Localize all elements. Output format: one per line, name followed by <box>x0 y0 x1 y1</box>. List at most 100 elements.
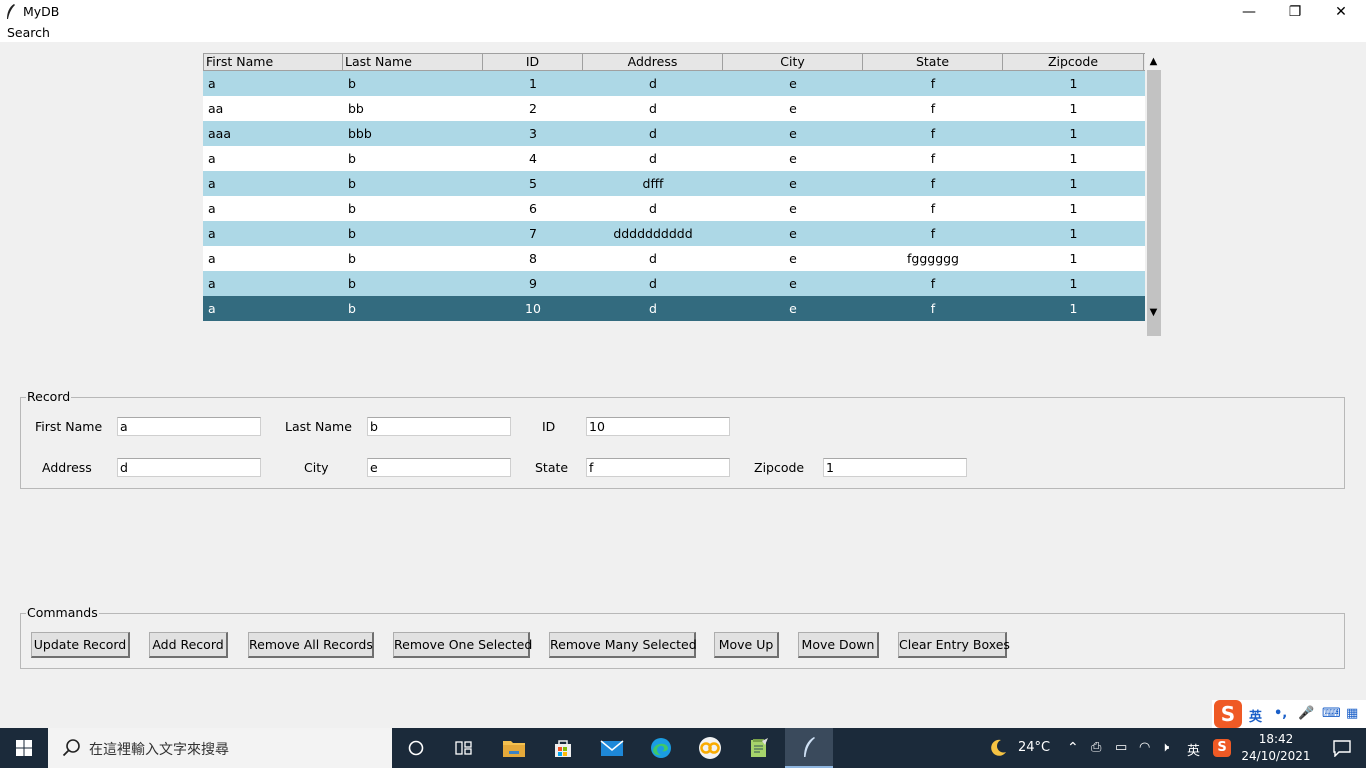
zipcode-input[interactable] <box>823 458 967 477</box>
cell-zipcode: 1 <box>1069 101 1078 116</box>
first-name-input[interactable] <box>117 417 261 436</box>
cell-address: dfff <box>642 176 664 191</box>
cell-last-name: b <box>348 226 356 241</box>
table-row[interactable]: a b 9 d e f 1 <box>203 271 1145 296</box>
weather-moon-icon[interactable] <box>974 728 1022 768</box>
input-language-indicator[interactable]: 英 <box>1187 740 1200 759</box>
cell-city: e <box>789 101 797 116</box>
volume-muted-icon[interactable]: 🕨 <box>1161 740 1169 755</box>
taskbar-search-box[interactable]: 在這裡輸入文字來搜尋 <box>48 728 392 768</box>
table-row[interactable]: aaa bbb 3 d e f 1 <box>203 121 1145 146</box>
cell-first-name: a <box>208 151 216 166</box>
cell-zipcode: 1 <box>1069 251 1078 266</box>
cell-first-name: a <box>208 201 216 216</box>
cell-id: 5 <box>529 176 537 191</box>
table-row[interactable]: a b 6 d e f 1 <box>203 196 1145 221</box>
city-input[interactable] <box>367 458 511 477</box>
edge-browser-icon[interactable] <box>637 728 685 768</box>
ime-punctuation-icon[interactable]: •, <box>1274 706 1287 721</box>
column-header-address[interactable]: Address <box>583 54 723 71</box>
column-header-first-name[interactable]: First Name <box>203 54 343 71</box>
maximize-button[interactable]: ❐ <box>1272 0 1318 24</box>
cell-zipcode: 1 <box>1069 301 1078 316</box>
table-scrollbar[interactable]: ▲ ▼ <box>1145 53 1162 336</box>
table-row[interactable]: a b 5 dfff e f 1 <box>203 171 1145 196</box>
clear-entry-boxes-button[interactable]: Clear Entry Boxes <box>898 632 1010 658</box>
table-row[interactable]: a b 1 d e f 1 <box>203 71 1145 96</box>
mail-icon[interactable] <box>588 728 636 768</box>
colab-icon[interactable] <box>686 728 734 768</box>
cell-address: d <box>649 126 657 141</box>
table-row[interactable]: aa bb 2 d e f 1 <box>203 96 1145 121</box>
column-header-last-name[interactable]: Last Name <box>343 54 483 71</box>
address-input[interactable] <box>117 458 261 477</box>
cell-state: f <box>930 276 936 291</box>
state-input[interactable] <box>586 458 730 477</box>
notification-center-icon[interactable] <box>1318 728 1366 768</box>
scroll-thumb[interactable] <box>1147 70 1161 336</box>
cortana-icon[interactable] <box>392 728 440 768</box>
move-up-button[interactable]: Move Up <box>714 632 779 658</box>
windows-start-icon[interactable] <box>0 728 48 768</box>
column-header-id[interactable]: ID <box>483 54 583 71</box>
column-header-city[interactable]: City <box>723 54 863 71</box>
ime-language-toggle[interactable]: 英 <box>1249 706 1262 725</box>
show-hidden-icons-chevron-icon[interactable]: ⌃ <box>1067 740 1079 756</box>
cell-state: fgggggg <box>906 251 959 266</box>
close-button[interactable]: ✕ <box>1318 0 1364 24</box>
cell-state: f <box>930 301 936 316</box>
cell-state: f <box>930 76 936 91</box>
clock-date: 24/10/2021 <box>1241 749 1311 763</box>
update-record-button[interactable]: Update Record <box>31 632 130 658</box>
column-header-state[interactable]: State <box>863 54 1003 71</box>
first-name-label: First Name <box>35 419 103 434</box>
cell-last-name: b <box>348 201 356 216</box>
remove-one-selected-button[interactable]: Remove One Selected <box>393 632 532 658</box>
cell-state: f <box>930 201 936 216</box>
notepad-plus-icon[interactable] <box>735 728 783 768</box>
keyboard-icon[interactable]: ⌨ <box>1322 706 1341 721</box>
scroll-down-icon[interactable]: ▼ <box>1145 304 1162 321</box>
sogou-tray-icon[interactable]: S <box>1213 739 1231 757</box>
table-row[interactable]: a b 7 dddddddddd e f 1 <box>203 221 1145 246</box>
taskbar-search-placeholder: 在這裡輸入文字來搜尋 <box>89 742 229 758</box>
column-header-zipcode[interactable]: Zipcode <box>1003 54 1144 71</box>
cell-last-name: b <box>348 301 356 316</box>
table-row[interactable]: a b 8 d e fgggggg 1 <box>203 246 1145 271</box>
wifi-icon[interactable]: ◠ <box>1139 740 1150 755</box>
table-row-selected[interactable]: a b 10 d e f 1 <box>203 296 1145 321</box>
battery-icon[interactable]: ▭ <box>1115 740 1127 755</box>
cell-city: e <box>789 76 797 91</box>
microsoft-store-icon[interactable] <box>539 728 587 768</box>
last-name-input[interactable] <box>367 417 511 436</box>
taskbar: 在這裡輸入文字來搜尋 24°C ⌃ ⎙ ▭ ◠ 🕨 英 S 18:42 24/1… <box>0 728 1366 768</box>
records-table[interactable]: First Name Last Name ID Address City Sta… <box>203 53 1145 321</box>
move-down-button[interactable]: Move Down <box>798 632 879 658</box>
meet-now-icon[interactable]: ⎙ <box>1091 740 1101 755</box>
cell-first-name: a <box>208 176 216 191</box>
python-tk-feather-icon[interactable] <box>785 728 833 768</box>
task-view-icon[interactable] <box>440 728 488 768</box>
microphone-icon[interactable]: 🎤 <box>1298 706 1314 721</box>
cell-first-name: a <box>208 226 216 241</box>
cell-zipcode: 1 <box>1069 276 1078 291</box>
table-header: First Name Last Name ID Address City Sta… <box>203 53 1145 71</box>
clock[interactable]: 18:42 24/10/2021 <box>1238 731 1314 765</box>
cell-zipcode: 1 <box>1069 151 1078 166</box>
scroll-up-icon[interactable]: ▲ <box>1145 53 1162 70</box>
cell-zipcode: 1 <box>1069 76 1078 91</box>
sogou-logo-icon[interactable]: S <box>1214 700 1242 728</box>
cell-address: dddddddddd <box>613 226 693 241</box>
add-record-button[interactable]: Add Record <box>149 632 228 658</box>
id-input[interactable] <box>586 417 730 436</box>
last-name-label: Last Name <box>285 419 352 434</box>
weather-temperature[interactable]: 24°C <box>1018 740 1050 755</box>
toolbox-icon[interactable]: ▦ <box>1346 706 1358 721</box>
file-explorer-icon[interactable] <box>490 728 538 768</box>
minimize-button[interactable]: — <box>1226 0 1272 24</box>
menu-search[interactable]: Search <box>7 25 50 40</box>
cell-address: d <box>649 201 657 216</box>
table-row[interactable]: a b 4 d e f 1 <box>203 146 1145 171</box>
remove-many-selected-button[interactable]: Remove Many Selected <box>549 632 697 658</box>
remove-all-records-button[interactable]: Remove All Records <box>248 632 374 658</box>
